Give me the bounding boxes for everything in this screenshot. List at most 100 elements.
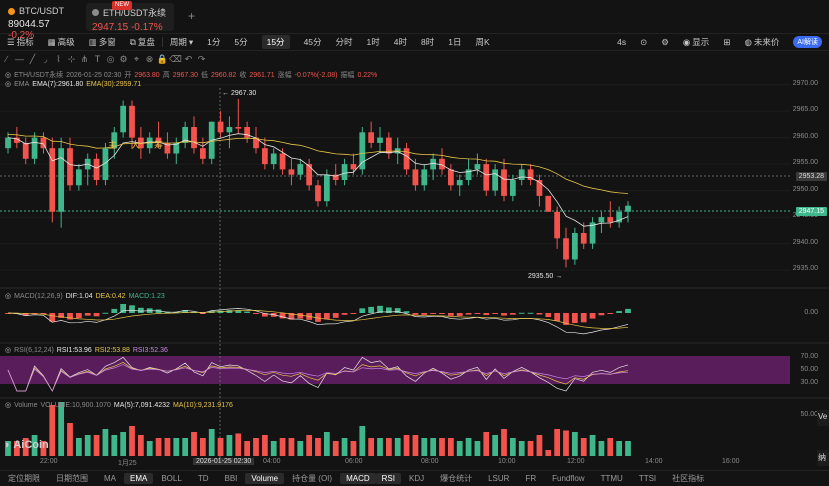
time-axis-label: 16:00 [722,458,740,465]
volume-bar [199,438,206,456]
indicator-toggle[interactable]: TTMU [593,474,631,483]
volume-ma10: MA(10):9,231.9176 [172,401,233,409]
indicator-toggle[interactable]: 持仓量 (OI) [284,473,340,484]
volume-bar [58,402,65,456]
legend-change-label: 涨幅 [277,72,292,79]
candle-body [350,164,357,170]
volume-bar [616,441,623,456]
volume-bar [465,438,472,456]
macd-bar [625,308,631,313]
indicator-toggle[interactable]: TD [190,474,217,483]
indicator-toggle[interactable]: 日期范围 [48,473,96,484]
volume-bar [288,438,295,456]
indicator-toggle[interactable]: Volume [245,473,285,484]
chip-toggle[interactable]: 筹 [154,138,163,151]
high-annotation-value: 2967.30 [230,90,257,97]
volume-value: VOLUME:10,900.1070 [40,401,111,409]
candle-body [75,169,82,186]
macd-bar [456,313,463,316]
legend-eye-icon[interactable]: ◎ [5,346,11,354]
indicator-toggle[interactable]: EMA [124,473,154,484]
rsi-axis-30: 30.00 [800,379,818,386]
side-panel-tab[interactable]: Ve [817,410,829,426]
time-axis: 22:00 1月25 2026-01-25 02:30 04:00 06:00 08:00… [0,458,829,468]
indicator-toggle[interactable]: MACD [340,473,376,484]
price-axis-label: 2950.00 [792,185,818,193]
volume-bar [377,438,383,456]
volume-bar [625,441,631,456]
legend-datetime: 2026-01-25 02:30 [66,71,122,79]
main-force-toggle[interactable]: 主 [108,138,117,151]
volume-bar [589,435,596,456]
macd-bar [75,313,82,319]
volume-bar [607,438,614,456]
macd-hist-value: MACD:1.23 [128,292,165,300]
high-annotation: ← 2967.30 [222,90,257,97]
indicator-toggle[interactable]: 社区指标 [664,473,712,484]
legend-eye-icon[interactable]: ◎ [5,71,11,79]
legend-eye-icon[interactable]: ◎ [5,80,11,88]
macd-dea: DEA:0.42 [95,292,126,300]
macd-bar [483,313,490,316]
volume-bar [545,450,552,456]
volume-bar [332,441,339,456]
legend-eye-icon[interactable]: ◎ [5,292,11,300]
indicator-toggle[interactable]: BOLL [153,474,189,483]
volume-bar [84,435,91,456]
volume-name: Volume [14,401,38,409]
volume-bar [456,441,463,456]
big-order-toggle[interactable]: 大 [131,138,140,151]
volume-bar [580,438,587,456]
indicator-toggle[interactable]: FR [517,474,544,483]
indicator-toggle[interactable]: MA [96,474,124,483]
volume-legend: ◎ Volume VOLUME:10,900.1070 MA(5):7,091.… [5,401,233,410]
volume-bar [182,438,189,456]
volume-bar [129,426,135,456]
candle-body [474,164,481,170]
candle-body [580,233,587,244]
indicator-toggle[interactable]: BBI [216,474,245,483]
volume-bar [527,441,534,456]
volume-bar [501,429,507,456]
volume-bar [120,432,127,456]
indicator-toggle[interactable]: 定位期限 [0,473,48,484]
volume-bar [598,441,605,456]
macd-bar [492,313,499,314]
volume-bar [359,426,366,456]
macd-legend: ◎ MACD(12,26,9) DIF:1.04 DEA:0.42 MACD:1… [5,292,165,301]
macd-bar [350,313,357,314]
time-axis-label: 10:00 [498,458,516,465]
macd-bar [545,313,552,318]
macd-bar [84,313,91,316]
low-annotation: 2935.50 → [528,273,563,280]
volume-bar [93,435,100,456]
volume-bar [394,438,401,456]
indicator-toggle[interactable]: LSUR [480,474,517,483]
indicator-toggle[interactable]: KDJ [401,474,432,483]
indicator-toggle[interactable]: Fundflow [544,474,592,483]
candle-body [306,164,313,186]
indicator-toggle[interactable]: 爆仓统计 [432,473,480,484]
macd-bar [341,313,348,315]
volume-bar [270,441,277,456]
volume-bar [323,432,330,456]
volume-bar [571,432,578,456]
candle-body [341,164,348,180]
macd-bar [368,306,375,313]
macd-bar [439,313,445,314]
volume-bar [217,438,224,456]
macd-bar [501,313,507,316]
indicator-toggle[interactable]: RSI [375,473,401,484]
legend-close: 2961.71 [249,71,275,79]
macd-bar [226,310,233,313]
brand-watermark: ◗ AiCoin [4,439,49,451]
candle-body [571,233,578,260]
rsi2-value: RSI2:53.88 [94,346,130,354]
legend-eye-icon[interactable]: ◎ [5,401,11,409]
candle-body [315,185,321,202]
indicator-toggle[interactable]: TTSI [631,474,664,483]
candle-body [40,137,47,149]
candle-body [5,137,11,149]
rsi-legend: ◎ RSI(6,12,24) RSI1:53.96 RSI2:53.88 RSI… [5,346,168,355]
last-price-tag: 2947.15 [795,207,827,216]
